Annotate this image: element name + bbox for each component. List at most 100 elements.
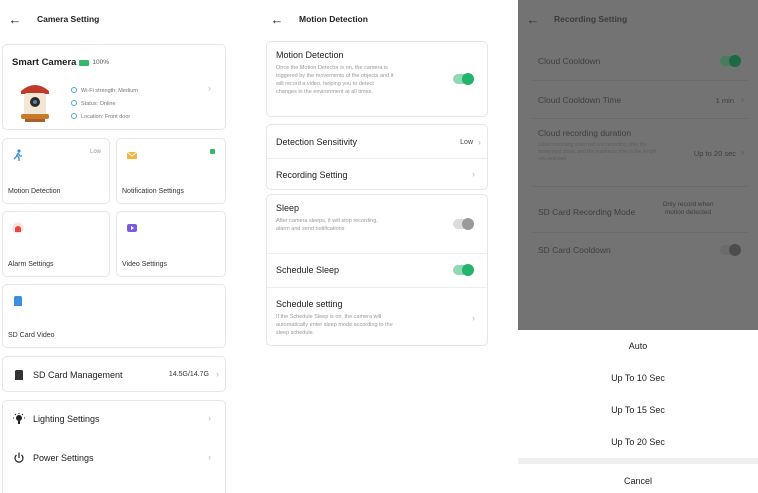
tile-label: SD Card Video [8,332,55,339]
tile-notification-settings[interactable]: Notification Settings [116,138,226,204]
storage-value: 14.5G/14.7G [168,371,209,378]
location-icon [71,113,77,119]
row-label: Recording Setting [276,170,348,180]
page-title: Motion Detection [299,14,368,24]
sd-card-icon [14,296,22,306]
schedule-sleep-label: Schedule Sleep [276,265,340,275]
alarm-light-icon [12,222,24,234]
camera-card[interactable]: Smart Camera 100% Wi-Fi strength: Medium… [2,44,226,130]
wifi-strength: Wi-Fi strength: Medium [81,88,138,94]
sd-card-recording-mode-value: Only record when motion detected [662,201,714,216]
divider [532,186,748,187]
lighting-settings-row[interactable]: Lighting Settings › [3,401,225,439]
row-label: Detection Sensitivity [276,137,358,147]
tile-video-settings[interactable]: Video Settings [116,211,226,277]
chevron-right-icon: › [472,169,475,179]
divider [532,232,748,233]
cloud-recording-duration-label: Cloud recording duration [538,128,632,138]
cloud-cooldown-toggle[interactable] [720,55,741,67]
chevron-right-icon: › [208,83,211,93]
cancel-button[interactable]: Cancel [518,476,758,486]
camera-status: Status: Online [81,101,116,107]
row-label: SD Card Management [33,370,123,380]
motion-detection-description: Once the Motion Detector is on, the came… [276,65,394,95]
toggle-indicator-icon [210,149,215,154]
tile-alarm-settings[interactable]: Alarm Settings [2,211,110,277]
power-icon [14,452,24,463]
battery-icon [79,59,90,66]
recording-setting-screen: ← Recording Setting Cloud Cooldown Cloud… [518,0,758,493]
sleep-label: Sleep [276,203,300,213]
option-up-to-15-sec[interactable]: Up To 15 Sec [518,405,758,415]
page-title: Recording Setting [554,14,628,24]
camera-setting-screen: ← Camera Setting Smart Camera 100% Wi-Fi… [0,0,232,493]
chevron-right-icon: › [208,413,211,423]
tile-label: Alarm Settings [8,261,54,268]
option-up-to-20-sec[interactable]: Up To 20 Sec [518,437,758,447]
camera-name: Smart Camera [12,57,77,68]
cloud-recording-duration-value: Up to 20 sec [693,149,736,158]
sd-card-management-row[interactable]: SD Card Management 14.5G/14.7G › [2,356,226,392]
camera-image [21,85,49,122]
sheet-separator [518,458,758,464]
tile-label: Video Settings [122,261,168,268]
recording-setting-row[interactable]: Recording Setting › [267,158,487,191]
motion-detection-label: Motion Detection [276,50,344,60]
chevron-right-icon: › [478,137,481,147]
sd-card-icon [15,370,23,380]
row-label: Power Settings [33,453,94,463]
sleep-toggle[interactable] [453,218,474,230]
cloud-cooldown-time-value: 1 min [715,96,734,105]
cloud-cooldown-label: Cloud Cooldown [538,56,601,66]
sleep-settings-card: Sleep After camera sleeps, it will stop … [266,194,488,346]
light-bulb-icon [13,413,25,424]
sd-card-cooldown-toggle[interactable] [720,244,741,256]
tile-label: Notification Settings [122,188,184,195]
sleep-description: After camera sleeps, it will stop record… [276,218,378,232]
schedule-sleep-toggle[interactable] [453,264,474,276]
back-arrow-icon[interactable]: ← [262,12,292,27]
motion-detection-toggle[interactable] [453,73,474,85]
top-bar: ← Motion Detection [262,0,492,38]
back-arrow-icon[interactable]: ← [0,12,30,27]
tile-label: Motion Detection [8,188,61,195]
running-person-icon [13,149,22,161]
divider [532,118,748,119]
tile-sd-card-video[interactable]: SD Card Video [2,284,226,348]
top-bar: ← Recording Setting [518,0,758,38]
page-title: Camera Setting [37,14,100,24]
battery-percent: 100% [92,59,110,66]
motion-detection-card: Motion Detection Once the Motion Detecto… [266,41,488,117]
sensitivity-value: Low [460,139,473,146]
tile-motion-detection[interactable]: Low Motion Detection [2,138,110,204]
row-label: Lighting Settings [33,414,100,424]
sd-card-recording-mode-label: SD Card Recording Mode [538,207,636,217]
sensitivity-badge: Low [89,149,101,155]
option-auto[interactable]: Auto [518,341,758,351]
settings-list: Lighting Settings › Power Settings › [2,400,226,493]
duration-picker-sheet: Auto Up To 10 Sec Up To 15 Sec Up To 20 … [518,330,758,493]
envelope-icon [126,151,138,159]
cloud-recording-duration-description: Cloud recording video will end recording… [538,142,657,162]
chevron-right-icon: › [741,147,744,157]
option-up-to-10-sec[interactable]: Up To 10 Sec [518,373,758,383]
chevron-right-icon: › [741,94,744,104]
chevron-right-icon: › [216,369,219,379]
schedule-setting-description: If the Schedule Sleep is on, the camera … [276,314,393,336]
divider [532,80,748,81]
top-bar: ← Camera Setting [0,0,232,38]
sd-card-cooldown-label: SD Card Cooldown [538,245,611,255]
wifi-icon [71,87,77,93]
cloud-cooldown-time-label: Cloud Cooldown Time [538,95,622,105]
camera-location: Location: Front door [81,114,131,120]
dimmed-overlay[interactable]: ← Recording Setting Cloud Cooldown Cloud… [518,0,758,330]
power-settings-row[interactable]: Power Settings › [3,441,225,479]
video-camera-icon [127,224,137,232]
schedule-setting-row[interactable]: Schedule setting If the Schedule Sleep i… [267,287,487,347]
motion-detection-screen: ← Motion Detection Motion Detection Once… [262,0,492,493]
detection-settings-card: Detection Sensitivity Low › Recording Se… [266,124,488,190]
back-arrow-icon[interactable]: ← [518,12,548,27]
detection-sensitivity-row[interactable]: Detection Sensitivity Low › [267,125,487,158]
chevron-right-icon: › [208,452,211,462]
divider [267,253,487,254]
